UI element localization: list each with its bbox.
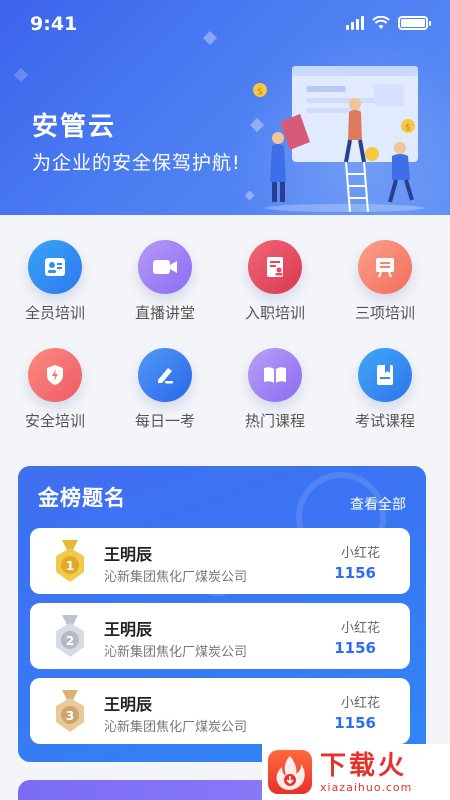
flower-score: 1156 xyxy=(334,639,376,657)
watermark-url: xiazaihuo.com xyxy=(320,780,413,794)
ranking-name: 王明辰 xyxy=(104,695,153,714)
feature-label: 每日一考 xyxy=(134,412,195,430)
decor-diamond xyxy=(13,67,29,83)
signal-icon xyxy=(346,16,364,30)
wifi-icon xyxy=(372,16,390,29)
ranking-company: 沁新集团焦化厂煤炭公司 xyxy=(104,645,248,660)
feature-item-safety-training[interactable]: 安全培训 xyxy=(0,340,110,440)
watermark: 下载火 xiazaihuo.com xyxy=(262,744,450,800)
video-camera-icon xyxy=(138,240,192,294)
pencil-icon xyxy=(138,348,192,402)
feature-item-exam-courses[interactable]: 考试课程 xyxy=(330,340,440,440)
flower-label: 小红花 xyxy=(340,546,380,561)
open-book-icon xyxy=(248,348,302,402)
battery-icon xyxy=(398,16,431,30)
feature-item-three-training[interactable]: 三项培训 xyxy=(330,232,440,332)
ranking-row[interactable]: 1 王明辰 沁新集团焦化厂煤炭公司 小红花 1156 xyxy=(30,528,410,594)
document-person-icon xyxy=(248,240,302,294)
svg-text:$: $ xyxy=(257,87,263,97)
flame-logo-icon xyxy=(268,750,312,794)
flower-label: 小红花 xyxy=(340,696,380,711)
watermark-text: 下载火 xiazaihuo.com xyxy=(320,751,412,794)
svg-text:$: $ xyxy=(405,123,411,133)
ranking-company: 沁新集团焦化厂煤炭公司 xyxy=(104,720,248,735)
feature-label: 考试课程 xyxy=(354,412,415,430)
feature-row: 全员培训 直播讲堂 入职培训 三项培训 xyxy=(0,232,450,332)
ranking-title: 金榜题名 xyxy=(38,486,126,510)
feature-label: 全员培训 xyxy=(24,304,85,322)
ranking-row[interactable]: 3 王明辰 沁新集团焦化厂煤炭公司 小红花 1156 xyxy=(30,678,410,744)
ranking-name: 王明辰 xyxy=(104,545,153,564)
id-card-icon xyxy=(28,240,82,294)
ranking-row[interactable]: 2 王明辰 沁新集团焦化厂煤炭公司 小红花 1156 xyxy=(30,603,410,669)
ranking-name: 王明辰 xyxy=(104,620,153,639)
feature-label: 三项培训 xyxy=(354,304,415,322)
ranking-company: 沁新集团焦化厂煤炭公司 xyxy=(104,570,248,585)
feature-item-all-staff-training[interactable]: 全员培训 xyxy=(0,232,110,332)
medal-rank-number: 1 xyxy=(66,559,74,573)
feature-item-live-lecture[interactable]: 直播讲堂 xyxy=(110,232,220,332)
feature-item-onboarding-training[interactable]: 入职培训 xyxy=(220,232,330,332)
status-icons xyxy=(346,16,431,30)
feature-label: 入职培训 xyxy=(244,304,305,322)
flower-label: 小红花 xyxy=(340,621,380,636)
hero-illustration: $ $ xyxy=(253,66,425,212)
app-title: 安管云 xyxy=(32,112,117,142)
status-bar: 9:41 xyxy=(0,0,450,48)
bronze-medal-icon: 3 xyxy=(56,690,84,732)
feature-row: 安全培训 每日一考 热门课程 考试课程 xyxy=(0,340,450,440)
gold-medal-icon: 1 xyxy=(56,540,84,582)
status-time: 9:41 xyxy=(30,13,78,35)
flower-score: 1156 xyxy=(334,714,376,732)
bookmark-book-icon xyxy=(358,348,412,402)
flower-score: 1156 xyxy=(334,564,376,582)
medal-rank-number: 2 xyxy=(66,634,74,648)
feature-label: 热门课程 xyxy=(244,412,305,430)
silver-medal-icon: 2 xyxy=(56,615,84,657)
hero-banner: 9:41 安管云 为企业的安全保驾护航! $ $ xyxy=(0,0,450,215)
view-all-link[interactable]: 查看全部 xyxy=(350,494,406,514)
watermark-brand: 下载火 xyxy=(320,750,408,781)
easel-board-icon xyxy=(358,240,412,294)
ranking-card: 金榜题名 查看全部 1 王明辰 沁新集团焦化厂煤炭公司 小红花 1156 2 王… xyxy=(18,466,426,762)
feature-label: 安全培训 xyxy=(24,412,85,430)
medal-rank-number: 3 xyxy=(66,709,74,723)
feature-label: 直播讲堂 xyxy=(134,304,195,322)
app-slogan: 为企业的安全保驾护航! xyxy=(32,152,241,174)
feature-item-hot-courses[interactable]: 热门课程 xyxy=(220,340,330,440)
feature-item-daily-exam[interactable]: 每日一考 xyxy=(110,340,220,440)
shield-lightning-icon xyxy=(28,348,82,402)
